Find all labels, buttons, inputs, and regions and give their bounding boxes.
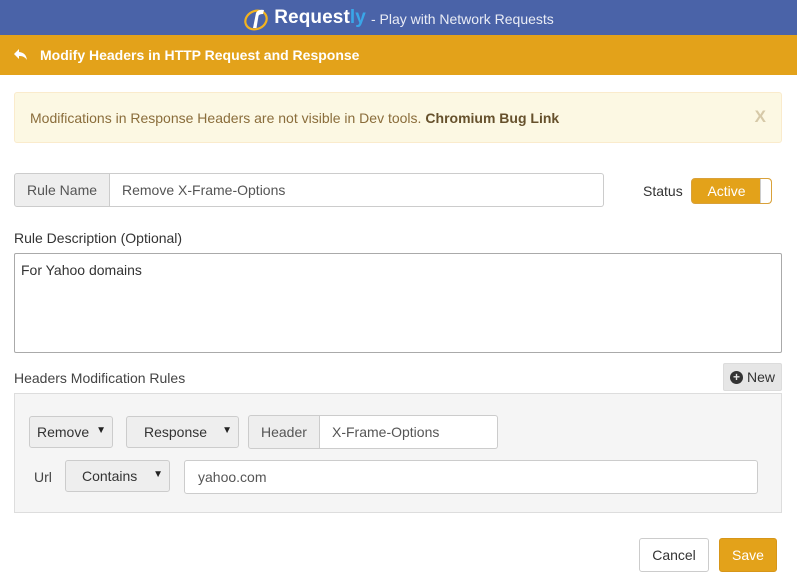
- header-input-group: Header X-Frame-Options: [248, 415, 498, 449]
- url-label: Url: [34, 469, 52, 485]
- back-arrow-icon[interactable]: [13, 47, 29, 63]
- target-select-value: Response: [144, 424, 208, 440]
- status-label: Status: [643, 183, 683, 199]
- plus-circle-icon: +: [729, 370, 743, 384]
- warning-alert: Modifications in Response Headers are no…: [14, 92, 782, 143]
- status-toggle[interactable]: Active: [691, 178, 772, 204]
- headers-modification-label: Headers Modification Rules: [14, 370, 186, 386]
- brand-name: Requestly: [274, 6, 366, 28]
- caret-down-icon: ▼: [96, 425, 106, 436]
- close-alert-button[interactable]: X: [755, 107, 766, 127]
- caret-down-icon: ▼: [153, 469, 163, 480]
- toggle-knob: [760, 179, 771, 203]
- modification-pair-panel: [14, 393, 782, 513]
- target-select[interactable]: Response ▼: [126, 416, 239, 448]
- new-pair-button[interactable]: + New: [723, 363, 782, 391]
- page-titlebar: Modify Headers in HTTP Request and Respo…: [0, 35, 797, 75]
- rule-name-input[interactable]: Remove X-Frame-Options: [110, 173, 604, 207]
- operation-select[interactable]: Remove ▼: [29, 416, 113, 448]
- header-name-input[interactable]: X-Frame-Options: [320, 415, 498, 449]
- tagline: - Play with Network Requests: [370, 11, 554, 27]
- brand: Requestly - Play with Network Requests: [243, 4, 554, 32]
- header-label: Header: [248, 415, 320, 449]
- caret-down-icon: ▼: [222, 425, 232, 436]
- status-toggle-label: Active: [707, 183, 746, 199]
- cancel-button[interactable]: Cancel: [639, 538, 709, 572]
- url-operator-select[interactable]: Contains ▼: [65, 460, 170, 492]
- rule-name-label: Rule Name: [14, 173, 110, 207]
- page-title: Modify Headers in HTTP Request and Respo…: [40, 47, 360, 63]
- url-value-input[interactable]: yahoo.com: [184, 460, 758, 494]
- operation-select-value: Remove: [37, 424, 90, 440]
- description-textarea[interactable]: For Yahoo domains: [14, 253, 782, 353]
- new-button-label: New: [746, 369, 775, 385]
- alert-message: Modifications in Response Headers are no…: [30, 109, 422, 126]
- save-button[interactable]: Save: [719, 538, 777, 572]
- url-operator-value: Contains: [82, 468, 138, 484]
- app-header: Requestly - Play with Network Requests: [0, 0, 797, 35]
- rule-name-group: Rule Name Remove X-Frame-Options: [14, 173, 604, 207]
- description-label: Rule Description (Optional): [14, 230, 183, 246]
- chromium-bug-link[interactable]: Chromium Bug Link: [425, 110, 559, 126]
- requestly-logo-icon: [243, 4, 271, 32]
